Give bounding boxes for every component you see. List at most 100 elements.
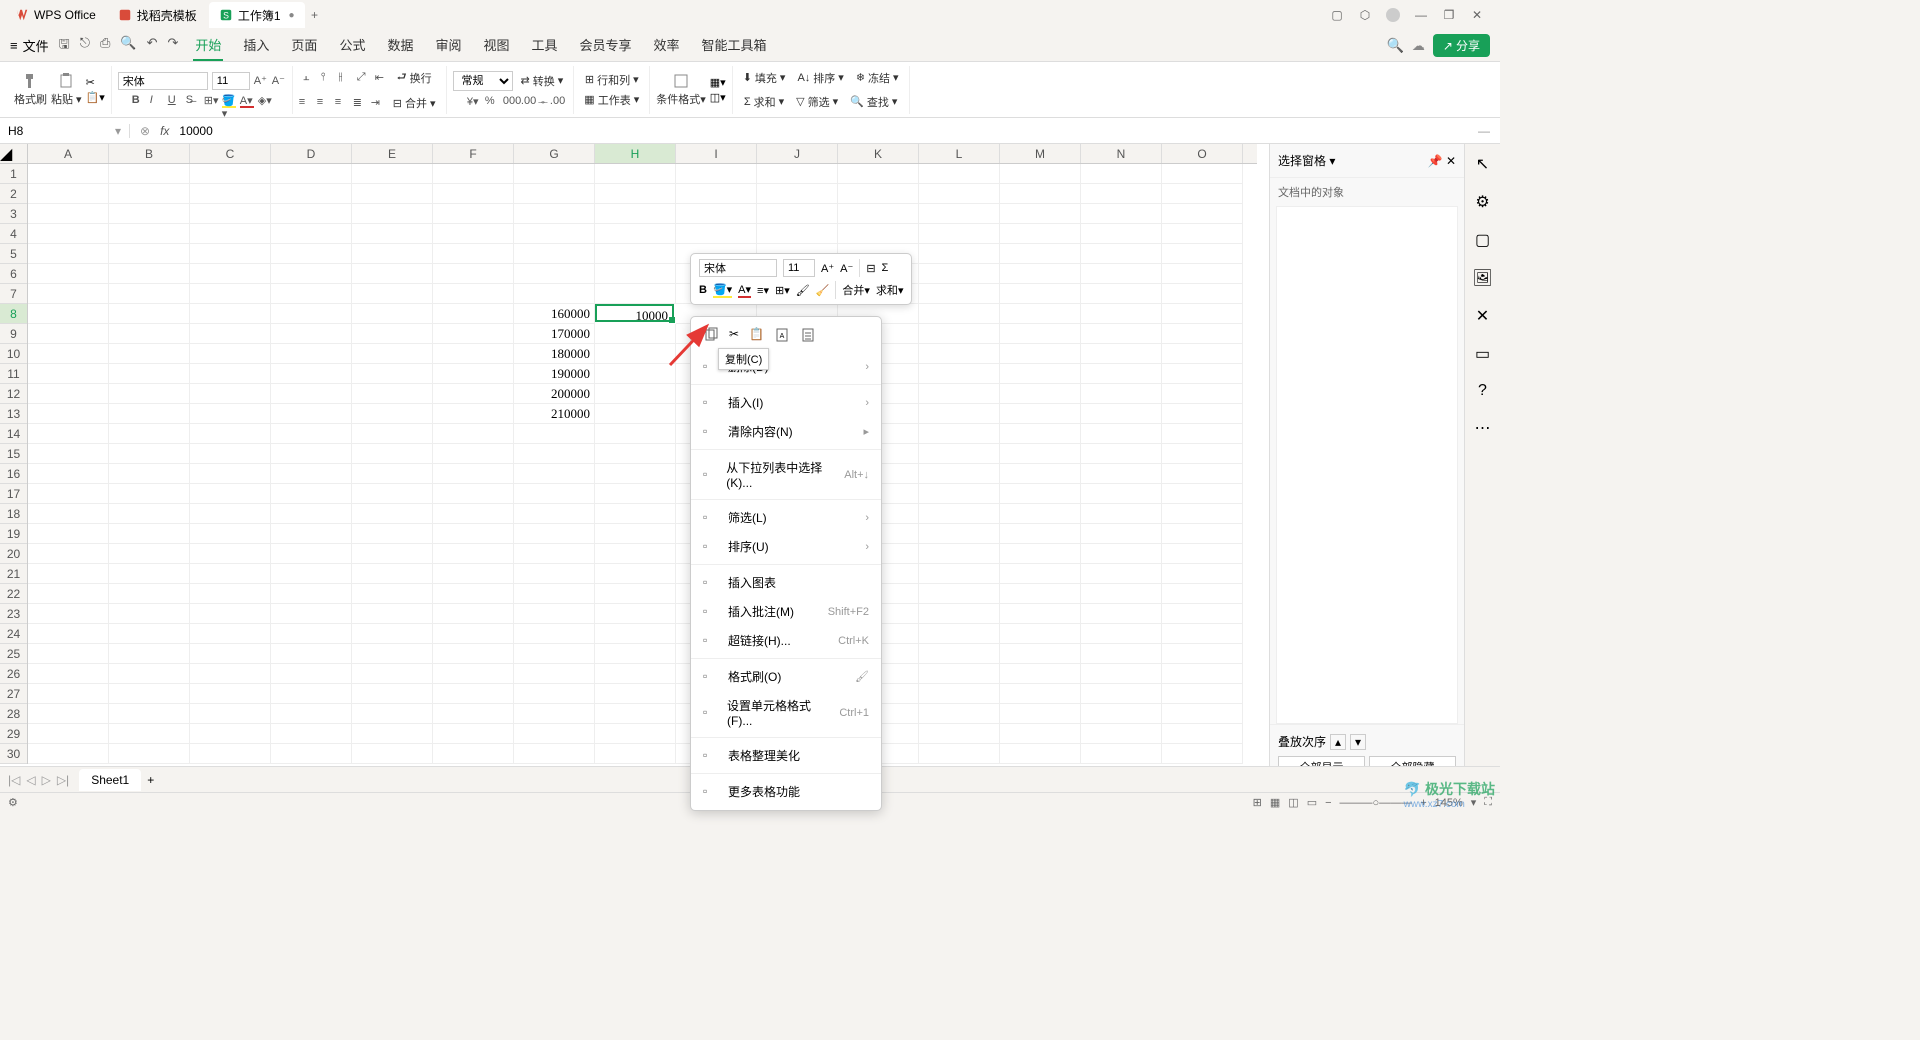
- row-header-9[interactable]: 9: [0, 324, 27, 344]
- cell-E15[interactable]: [352, 444, 433, 464]
- cell-G18[interactable]: [514, 504, 595, 524]
- close-panel-icon[interactable]: ✕: [1446, 154, 1456, 168]
- sort-button[interactable]: A↓排序▾: [793, 68, 847, 88]
- ctx-item-5[interactable]: ▫排序(U)›: [691, 532, 881, 561]
- cell-O30[interactable]: [1162, 744, 1243, 764]
- cell-N26[interactable]: [1081, 664, 1162, 684]
- cell-C12[interactable]: [190, 384, 271, 404]
- cell-E10[interactable]: [352, 344, 433, 364]
- spreadsheet[interactable]: ◢ ABCDEFGHIJKLMNO 1234567891011121314151…: [0, 144, 1269, 786]
- cell-O29[interactable]: [1162, 724, 1243, 744]
- settings-icon[interactable]: ⚙: [8, 796, 18, 809]
- cell-E7[interactable]: [352, 284, 433, 304]
- cell-F8[interactable]: [433, 304, 514, 324]
- cell-E5[interactable]: [352, 244, 433, 264]
- cell-L3[interactable]: [919, 204, 1000, 224]
- row-header-18[interactable]: 18: [0, 504, 27, 524]
- cell-E29[interactable]: [352, 724, 433, 744]
- cell-M23[interactable]: [1000, 604, 1081, 624]
- cell-M1[interactable]: [1000, 164, 1081, 184]
- cell-H2[interactable]: [595, 184, 676, 204]
- cell-E25[interactable]: [352, 644, 433, 664]
- cell-N3[interactable]: [1081, 204, 1162, 224]
- decrease-font-icon[interactable]: A⁻: [272, 74, 286, 88]
- cell-H5[interactable]: [595, 244, 676, 264]
- fill-handle[interactable]: [669, 317, 675, 323]
- cell-M2[interactable]: [1000, 184, 1081, 204]
- cell-D14[interactable]: [271, 424, 352, 444]
- row-header-10[interactable]: 10: [0, 344, 27, 364]
- cell-D9[interactable]: [271, 324, 352, 344]
- cell-H1[interactable]: [595, 164, 676, 184]
- share-icon[interactable]: ⎋: [80, 35, 90, 57]
- cell-G3[interactable]: [514, 204, 595, 224]
- cell-E28[interactable]: [352, 704, 433, 724]
- cell-C16[interactable]: [190, 464, 271, 484]
- cell-D19[interactable]: [271, 524, 352, 544]
- cell-D30[interactable]: [271, 744, 352, 764]
- row-header-14[interactable]: 14: [0, 424, 27, 444]
- tab-wps-office[interactable]: WPS Office: [5, 2, 106, 28]
- cell-A24[interactable]: [28, 624, 109, 644]
- cell-M11[interactable]: [1000, 364, 1081, 384]
- cell-B12[interactable]: [109, 384, 190, 404]
- cell-L16[interactable]: [919, 464, 1000, 484]
- cell-A1[interactable]: [28, 164, 109, 184]
- cell-H24[interactable]: [595, 624, 676, 644]
- cell-G10[interactable]: 180000: [514, 344, 595, 364]
- cell-C4[interactable]: [190, 224, 271, 244]
- avatar[interactable]: [1385, 7, 1401, 23]
- cell-B25[interactable]: [109, 644, 190, 664]
- ctx-item-2[interactable]: ▫清除内容(N)▸: [691, 417, 881, 446]
- cell-D18[interactable]: [271, 504, 352, 524]
- cell-B4[interactable]: [109, 224, 190, 244]
- cell-A20[interactable]: [28, 544, 109, 564]
- minimize-button[interactable]: —: [1413, 7, 1429, 23]
- cell-G4[interactable]: [514, 224, 595, 244]
- cube-icon[interactable]: ⬡: [1357, 7, 1373, 23]
- number-format-select[interactable]: 常规: [453, 71, 513, 91]
- cell-E2[interactable]: [352, 184, 433, 204]
- cell-O2[interactable]: [1162, 184, 1243, 204]
- cell-C7[interactable]: [190, 284, 271, 304]
- move-down-icon[interactable]: ▾: [1350, 734, 1366, 750]
- cell-D15[interactable]: [271, 444, 352, 464]
- cell-N4[interactable]: [1081, 224, 1162, 244]
- cell-G1[interactable]: [514, 164, 595, 184]
- cell-N30[interactable]: [1081, 744, 1162, 764]
- cell-B9[interactable]: [109, 324, 190, 344]
- cell-A22[interactable]: [28, 584, 109, 604]
- cell-A19[interactable]: [28, 524, 109, 544]
- col-header-A[interactable]: A: [28, 144, 109, 163]
- cell-E11[interactable]: [352, 364, 433, 384]
- mini-font-select[interactable]: [699, 259, 777, 277]
- cell-N16[interactable]: [1081, 464, 1162, 484]
- cell-M9[interactable]: [1000, 324, 1081, 344]
- cell-B7[interactable]: [109, 284, 190, 304]
- thousand-icon[interactable]: 000: [503, 95, 517, 109]
- cell-J1[interactable]: [757, 164, 838, 184]
- cell-F18[interactable]: [433, 504, 514, 524]
- cell-E16[interactable]: [352, 464, 433, 484]
- cell-F9[interactable]: [433, 324, 514, 344]
- cell-A13[interactable]: [28, 404, 109, 424]
- cell-E20[interactable]: [352, 544, 433, 564]
- cell-E27[interactable]: [352, 684, 433, 704]
- cell-O14[interactable]: [1162, 424, 1243, 444]
- cell-E6[interactable]: [352, 264, 433, 284]
- row-header-3[interactable]: 3: [0, 204, 27, 224]
- cell-B5[interactable]: [109, 244, 190, 264]
- align-top-icon[interactable]: ⫠: [303, 71, 317, 85]
- cell-N11[interactable]: [1081, 364, 1162, 384]
- cell-D25[interactable]: [271, 644, 352, 664]
- cell-D12[interactable]: [271, 384, 352, 404]
- cell-N27[interactable]: [1081, 684, 1162, 704]
- cell-H3[interactable]: [595, 204, 676, 224]
- menu-tab-公式[interactable]: 公式: [337, 30, 367, 61]
- cell-L29[interactable]: [919, 724, 1000, 744]
- share-button[interactable]: ↗ 分享: [1433, 34, 1490, 57]
- cell-H7[interactable]: [595, 284, 676, 304]
- cell-L8[interactable]: [919, 304, 1000, 324]
- preview-icon[interactable]: 🔍: [120, 35, 136, 57]
- cell-N15[interactable]: [1081, 444, 1162, 464]
